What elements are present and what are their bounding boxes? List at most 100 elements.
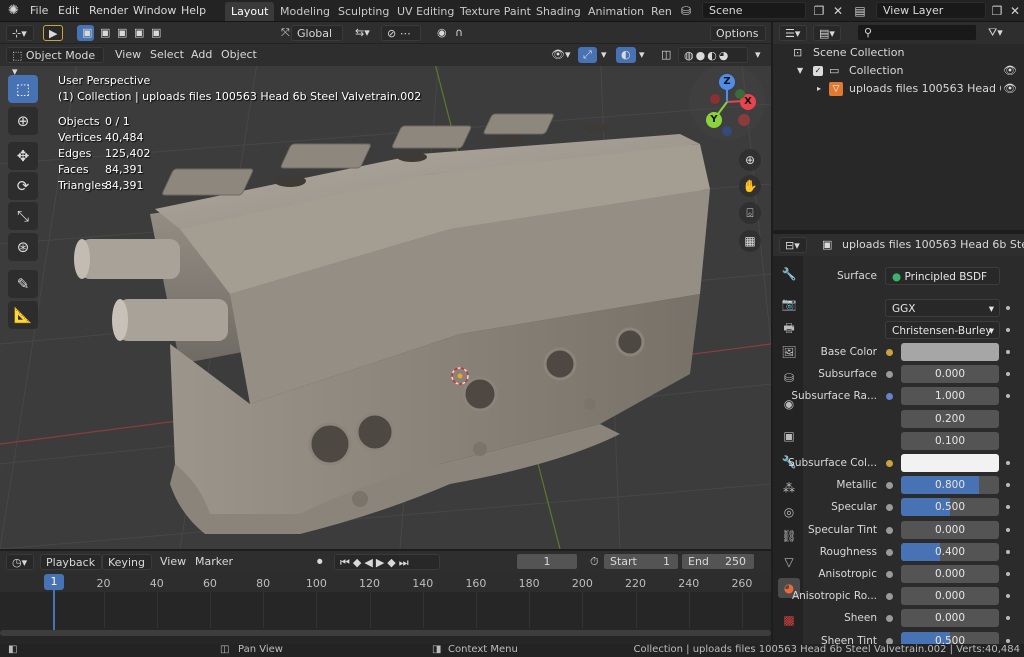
pivot-point-icon[interactable]: ⇆▾ — [350, 25, 375, 41]
socket-dot-icon[interactable] — [886, 593, 893, 600]
number-slider[interactable]: 0.000 — [901, 521, 999, 539]
overlay-toggle-icon[interactable]: ◐ — [616, 47, 636, 63]
menu-select[interactable]: Select — [145, 47, 189, 63]
keyframe-dot[interactable] — [1006, 550, 1010, 554]
socket-dot-icon[interactable] — [886, 615, 893, 622]
socket-dot-icon[interactable] — [886, 549, 893, 556]
transform-orientation-select[interactable]: Global ▾ — [291, 25, 343, 56]
keying-dropdown[interactable]: Keying ▾ — [102, 554, 152, 585]
menu-file[interactable]: File — [26, 3, 52, 19]
overlay-dropdown-icon[interactable]: ▾ — [634, 47, 650, 63]
visibility-eye-icon[interactable]: 👁▾ — [546, 47, 576, 63]
socket-dot-icon[interactable] — [886, 527, 893, 534]
number-slider[interactable]: 0.000 — [901, 587, 999, 605]
menu-edit[interactable]: Edit — [54, 3, 83, 19]
select-extend-icon[interactable]: ▣ — [95, 25, 112, 41]
playhead-frame[interactable]: 1 — [44, 574, 64, 590]
tab-layout[interactable]: Layout — [225, 2, 275, 21]
menu-object[interactable]: Object — [216, 47, 262, 63]
outliner-editor-icon[interactable]: ☰▾ — [779, 25, 807, 41]
playhead-line[interactable] — [53, 590, 55, 630]
gizmo-y-axis[interactable]: Y — [706, 112, 722, 128]
gizmo-dropdown-icon[interactable]: ▾ — [596, 47, 612, 63]
expand-arrow-icon[interactable]: ▸ — [817, 80, 821, 98]
number-slider[interactable]: 0.800 — [901, 476, 999, 494]
keyframe-dot[interactable] — [1006, 483, 1010, 487]
snap-icon[interactable]: ⊘ ⋯▾ — [381, 25, 421, 56]
subsurface-method-select[interactable]: Christensen-Burley ▾ — [885, 321, 1000, 339]
proportional-edit-icon[interactable]: ◉ — [432, 25, 452, 41]
socket-dot-icon[interactable] — [886, 393, 893, 400]
color-swatch[interactable] — [901, 343, 999, 361]
playback-controls[interactable]: ⏮◆◀▶◆⏭ — [334, 554, 440, 570]
menu-add[interactable]: Add — [186, 47, 217, 63]
tab-uv-editing[interactable]: UV Editing — [391, 2, 460, 21]
editor-type-icon[interactable]: ⊹▾ — [6, 25, 34, 41]
gizmo-toggle-icon[interactable]: ⤢ — [578, 47, 597, 63]
socket-dot-icon[interactable] — [886, 504, 893, 511]
tab-rendering[interactable]: Ren — [645, 2, 678, 21]
socket-dot-icon[interactable] — [886, 460, 893, 467]
filter-icon[interactable]: ⛛▾ — [983, 25, 1008, 41]
falloff-icon[interactable]: ∩ — [450, 25, 468, 41]
select-subtract-icon[interactable]: ▣ — [112, 25, 129, 41]
keyframe-dot[interactable] — [1006, 350, 1010, 354]
eye-icon[interactable]: 👁 — [1003, 62, 1017, 80]
tab-modeling[interactable]: Modeling — [274, 2, 336, 21]
checkbox-icon[interactable]: ✓ — [813, 66, 823, 76]
expand-arrow-icon[interactable]: ▼ — [797, 62, 803, 80]
gizmo-neg-z[interactable] — [722, 126, 732, 136]
outliner-search-input[interactable]: ⚲ — [857, 24, 977, 41]
render-tab-icon[interactable]: 📷 — [778, 294, 800, 314]
display-mode-icon[interactable]: ▤▾ — [813, 25, 841, 41]
socket-dot-icon[interactable] — [886, 571, 893, 578]
tab-animation[interactable]: Animation — [582, 2, 650, 21]
number-slider[interactable]: 1.000 — [901, 387, 999, 405]
rotate-tool-icon[interactable]: ⟳ — [8, 172, 38, 200]
camera-icon[interactable]: ⌺ — [739, 202, 761, 224]
select-invert-icon[interactable]: ▣ — [129, 25, 146, 41]
number-slider[interactable]: 0.100 — [901, 432, 999, 450]
keyframe-dot[interactable] — [1006, 461, 1010, 465]
scale-tool-icon[interactable]: ⤡ — [8, 202, 38, 230]
view-layer-close-icon[interactable]: ✕ — [1006, 2, 1024, 20]
tab-texture-paint[interactable]: Texture Paint — [454, 2, 537, 21]
object-mode-select[interactable]: ⬚ Object Mode ▾ — [6, 47, 104, 78]
socket-dot-icon[interactable] — [886, 371, 893, 378]
keyframe-dot[interactable] — [1006, 572, 1010, 576]
shading-dropdown-icon[interactable]: ▾ — [750, 47, 766, 63]
annotate-tool-icon[interactable]: ✎ — [8, 270, 38, 298]
keyframe-dot[interactable] — [1006, 528, 1010, 532]
scene-copy-icon[interactable]: ❐ — [810, 2, 828, 20]
color-swatch[interactable] — [901, 454, 999, 472]
grid-view-icon[interactable]: ▦ — [739, 230, 761, 252]
menu-window[interactable]: Window — [129, 3, 180, 19]
menu-render[interactable]: Render — [85, 3, 132, 19]
number-slider[interactable]: 0.500 — [901, 498, 999, 516]
outliner-object[interactable]: ▸ ▽ uploads files 100563 Head 6b Ste 👁 — [773, 80, 1024, 98]
current-frame-field[interactable]: 1 — [516, 553, 578, 570]
options-dropdown[interactable]: Options ▾ — [710, 25, 766, 56]
xray-icon[interactable]: ◫ — [656, 47, 676, 63]
zoom-icon[interactable]: ⊕ — [739, 149, 761, 171]
keyframe-dot[interactable] — [1006, 505, 1010, 509]
outliner-collection[interactable]: ▼ ✓ ▭ Collection 👁 — [773, 62, 1024, 80]
scene-icon[interactable]: ⛁ — [677, 2, 695, 20]
object-tab-icon[interactable]: ▣ — [778, 426, 800, 446]
keyframe-dot[interactable] — [1006, 328, 1010, 332]
number-slider[interactable]: 0.200 — [901, 410, 999, 428]
number-slider[interactable]: 0.000 — [901, 609, 999, 627]
timeline-view-menu[interactable]: View — [155, 554, 191, 570]
keyframe-dot[interactable] — [1006, 372, 1010, 376]
menu-view[interactable]: View — [110, 47, 146, 63]
keyframe-dot[interactable] — [1006, 594, 1010, 598]
start-frame-field[interactable]: Start 1 — [603, 553, 679, 570]
keyframe-dot[interactable] — [1006, 639, 1010, 643]
cylinder-head-model[interactable] — [74, 113, 710, 534]
number-slider[interactable]: 0.000 — [901, 565, 999, 583]
eye-icon[interactable]: 👁 — [1003, 80, 1017, 98]
keyframe-dot[interactable] — [1006, 616, 1010, 620]
view-layer-copy-icon[interactable]: ❐ — [988, 2, 1006, 20]
keyframe-dot[interactable] — [1006, 306, 1010, 310]
number-slider[interactable]: 0.000 — [901, 365, 999, 383]
